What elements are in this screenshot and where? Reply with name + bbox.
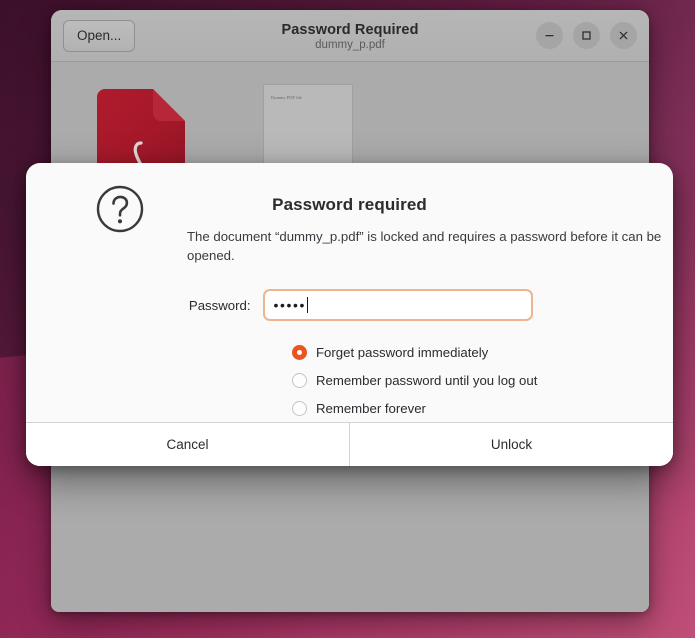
radio-button-icon[interactable] bbox=[292, 372, 307, 388]
password-retention-options: Forget password immediately Remember pas… bbox=[292, 338, 647, 422]
text-caret bbox=[307, 297, 309, 314]
radio-option-forget-immediately[interactable]: Forget password immediately bbox=[292, 338, 647, 366]
radio-option-remember-until-logout[interactable]: Remember password until you log out bbox=[292, 366, 647, 394]
radio-option-label: Remember password until you log out bbox=[316, 372, 538, 388]
radio-option-label: Forget password immediately bbox=[316, 344, 489, 360]
question-mark-icon bbox=[96, 185, 144, 233]
minimize-button[interactable] bbox=[536, 22, 563, 49]
open-button[interactable]: Open... bbox=[63, 19, 136, 52]
radio-button-icon[interactable] bbox=[292, 344, 307, 360]
password-required-dialog: Password required The document “dummy_p.… bbox=[26, 163, 673, 466]
maximize-icon bbox=[582, 31, 591, 40]
cancel-button[interactable]: Cancel bbox=[26, 423, 349, 466]
password-row: Password: ••••• bbox=[52, 289, 647, 322]
thumbnail-text: Dummy PDF file bbox=[271, 95, 302, 101]
unlock-button[interactable]: Unlock bbox=[349, 423, 673, 466]
password-value: ••••• bbox=[273, 297, 307, 314]
window-subtitle: dummy_p.pdf bbox=[315, 38, 385, 51]
close-button[interactable] bbox=[610, 22, 637, 49]
window-controls bbox=[536, 22, 637, 49]
password-label: Password: bbox=[188, 297, 251, 313]
dialog-description: The document “dummy_p.pdf” is locked and… bbox=[187, 229, 662, 264]
window-titlebar: Open... Password Required dummy_p.pdf bbox=[51, 10, 649, 62]
password-input[interactable]: ••••• bbox=[262, 289, 533, 322]
dialog-body: Password required The document “dummy_p.… bbox=[26, 163, 673, 422]
dialog-action-bar: Cancel Unlock bbox=[26, 422, 673, 466]
radio-option-label: Remember forever bbox=[316, 400, 426, 416]
radio-option-remember-forever[interactable]: Remember forever bbox=[292, 394, 647, 422]
radio-button-icon[interactable] bbox=[292, 400, 307, 416]
window-title: Password Required bbox=[281, 21, 419, 38]
minimize-icon bbox=[545, 35, 554, 37]
maximize-button[interactable] bbox=[573, 22, 600, 49]
close-icon bbox=[619, 31, 628, 40]
